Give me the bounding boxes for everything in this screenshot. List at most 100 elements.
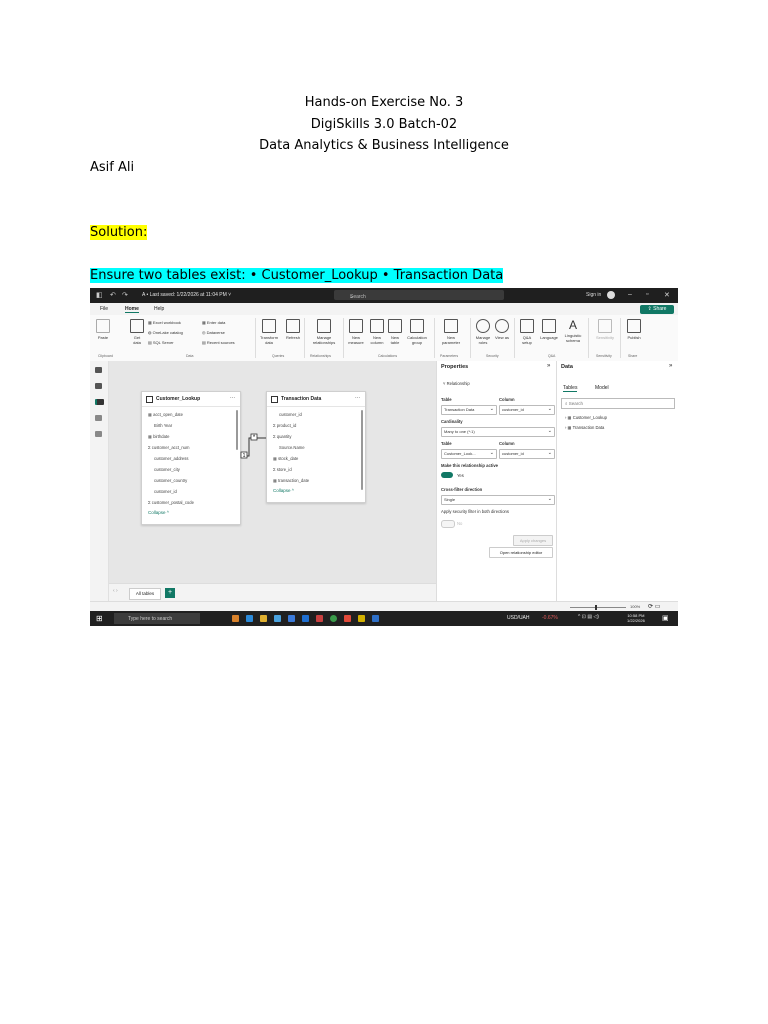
tab-all-tables[interactable]: All tables — [129, 588, 161, 600]
refresh-button[interactable]: Refresh — [284, 319, 302, 340]
add-tab-button[interactable]: + — [165, 588, 175, 598]
minimize-icon[interactable]: – — [628, 291, 632, 298]
cardinality-select[interactable]: Many to one (*:1) — [441, 427, 555, 437]
data-search-input[interactable]: ⌕ Search — [561, 398, 675, 409]
zoom-slider-thumb[interactable] — [595, 605, 597, 610]
word-icon[interactable] — [372, 615, 379, 622]
app-icon[interactable] — [232, 615, 239, 622]
tab-tables[interactable]: Tables — [563, 385, 578, 392]
avatar[interactable] — [607, 291, 615, 299]
windows-start-icon[interactable]: ⊞ — [96, 614, 103, 623]
qa-setup-button[interactable]: Q&A setup — [518, 319, 536, 345]
apply-changes-button[interactable]: Apply changes — [513, 535, 553, 546]
maximize-icon[interactable]: ▫ — [646, 291, 648, 298]
menu-file[interactable]: File — [100, 306, 108, 312]
transaction-data-card[interactable]: Transaction Data ··· customer_id Σ produ… — [266, 391, 366, 503]
publish-button[interactable]: Publish — [624, 319, 644, 340]
scrollbar[interactable] — [361, 410, 363, 490]
sensitivity-button[interactable]: Sensitivity — [592, 319, 618, 340]
zoom-slider[interactable] — [570, 607, 626, 608]
sign-in-link[interactable]: Sign in — [586, 292, 601, 298]
sql-server-button[interactable]: ▤ SQL Server — [148, 340, 174, 345]
new-table-button[interactable]: New table — [388, 319, 402, 345]
open-relationship-editor-button[interactable]: Open relationship editor — [489, 547, 553, 558]
scroll-left-icon[interactable]: ‹ › — [113, 588, 118, 594]
file-explorer-icon[interactable] — [260, 615, 267, 622]
menu-help[interactable]: Help — [154, 306, 164, 312]
new-measure-button[interactable]: New measure — [346, 319, 366, 345]
ticker-label[interactable]: USD/UAH — [507, 615, 530, 621]
get-data-button[interactable]: Get data — [130, 319, 144, 345]
title-search-box[interactable]: ⌕ Search — [334, 290, 504, 300]
linguistic-schema-button[interactable]: A Linguistic schema — [562, 319, 584, 343]
table-view-icon[interactable] — [95, 383, 102, 389]
data-item-customer-lookup[interactable]: › ▦ Customer_Lookup — [565, 415, 607, 420]
new-parameter-button[interactable]: New parameter — [438, 319, 464, 345]
report-view-icon[interactable] — [95, 367, 102, 373]
enter-data-button[interactable]: ▦ Enter data — [202, 320, 225, 325]
last-saved-text[interactable]: A • Last saved: 1/22/2026 at 11:04 PM ˅ — [142, 292, 231, 298]
store-icon[interactable] — [274, 615, 281, 622]
relationship-section[interactable]: ˅ Relationship — [443, 381, 470, 386]
active-toggle[interactable] — [441, 472, 453, 478]
model-view-icon[interactable] — [95, 399, 104, 405]
field-row[interactable]: Σ quantity — [273, 434, 291, 439]
language-button[interactable]: Language — [538, 319, 560, 340]
field-row[interactable]: Σ store_id — [273, 467, 292, 472]
paste-button[interactable]: Paste — [96, 319, 110, 340]
taskbar-search[interactable]: Type here to search — [114, 613, 200, 624]
recent-sources-button[interactable]: ▤ Recent sources — [202, 340, 235, 345]
menu-home[interactable]: Home — [125, 306, 139, 313]
view-as-button[interactable]: View as — [494, 319, 510, 340]
new-column-button[interactable]: New column — [368, 319, 386, 345]
field-row[interactable]: ▦ birthdate — [148, 434, 169, 439]
field-row[interactable]: ▦ transaction_date — [273, 478, 309, 483]
field-row[interactable]: ▦ stock_date — [273, 456, 298, 461]
excel-workbook-button[interactable]: ▦ Excel workbook — [148, 320, 181, 325]
field-row[interactable]: Σ customer_acct_num — [148, 445, 189, 450]
chrome-icon[interactable] — [330, 615, 337, 622]
customer-lookup-card[interactable]: Customer_Lookup ··· ▦ acct_open_date Bir… — [141, 391, 241, 525]
model-canvas[interactable]: Customer_Lookup ··· ▦ acct_open_date Bir… — [109, 361, 436, 601]
close-icon[interactable]: ✕ — [664, 291, 670, 299]
transform-data-button[interactable]: Transform data — [258, 319, 280, 345]
redo-icon[interactable]: ↷ — [122, 291, 128, 299]
manage-relationships-button[interactable]: Manage relationships — [307, 319, 341, 345]
field-row[interactable]: customer_city — [154, 467, 180, 472]
column2-select[interactable]: customer_id — [499, 449, 555, 459]
calculation-group-button[interactable]: Calculation group — [404, 319, 430, 345]
collapse-link[interactable]: Collapse ^ — [273, 488, 294, 493]
relationship-line[interactable]: 1 * — [239, 426, 269, 466]
table2-select[interactable]: Customer_Look... — [441, 449, 497, 459]
system-tray-icons[interactable]: ^ ⊡ ▤ ◁) — [578, 614, 599, 620]
app-icon[interactable] — [316, 615, 323, 622]
field-row[interactable]: customer_id — [279, 412, 302, 417]
share-button[interactable]: ⇪ Share — [640, 305, 674, 314]
app-icon[interactable] — [288, 615, 295, 622]
field-row[interactable]: Σ customer_postal_code — [148, 500, 194, 505]
dax-query-icon[interactable] — [95, 415, 102, 421]
tmdl-view-icon[interactable] — [95, 431, 102, 437]
scrollbar[interactable] — [236, 410, 238, 450]
field-row[interactable]: ▦ acct_open_date — [148, 412, 183, 417]
field-row[interactable]: customer_address — [154, 456, 188, 461]
field-row[interactable]: customer_country — [154, 478, 187, 483]
crossfilter-select[interactable]: Single — [441, 495, 555, 505]
data-item-transaction-data[interactable]: › ▦ Transaction Data — [565, 425, 604, 430]
field-row[interactable]: customer_id — [154, 489, 177, 494]
app-icon[interactable] — [302, 615, 309, 622]
more-options-icon[interactable]: ··· — [355, 395, 360, 401]
edge-icon[interactable] — [246, 615, 253, 622]
manage-roles-button[interactable]: Manage roles — [474, 319, 492, 345]
onelake-catalog-button[interactable]: ◍ OneLake catalog — [148, 330, 183, 335]
collapse-link[interactable]: Collapse ^ — [148, 510, 169, 515]
security-toggle[interactable] — [441, 520, 455, 528]
table1-select[interactable]: Transaction Data — [441, 405, 497, 415]
more-options-icon[interactable]: ··· — [230, 395, 235, 401]
app-icon[interactable] — [344, 615, 351, 622]
column1-select[interactable]: customer_id — [499, 405, 555, 415]
collapse-pane-icon[interactable]: » — [547, 363, 550, 369]
undo-icon[interactable]: ↶ — [110, 291, 116, 299]
dataverse-button[interactable]: ◎ Dataverse — [202, 330, 225, 335]
powerbi-icon[interactable] — [358, 615, 365, 622]
